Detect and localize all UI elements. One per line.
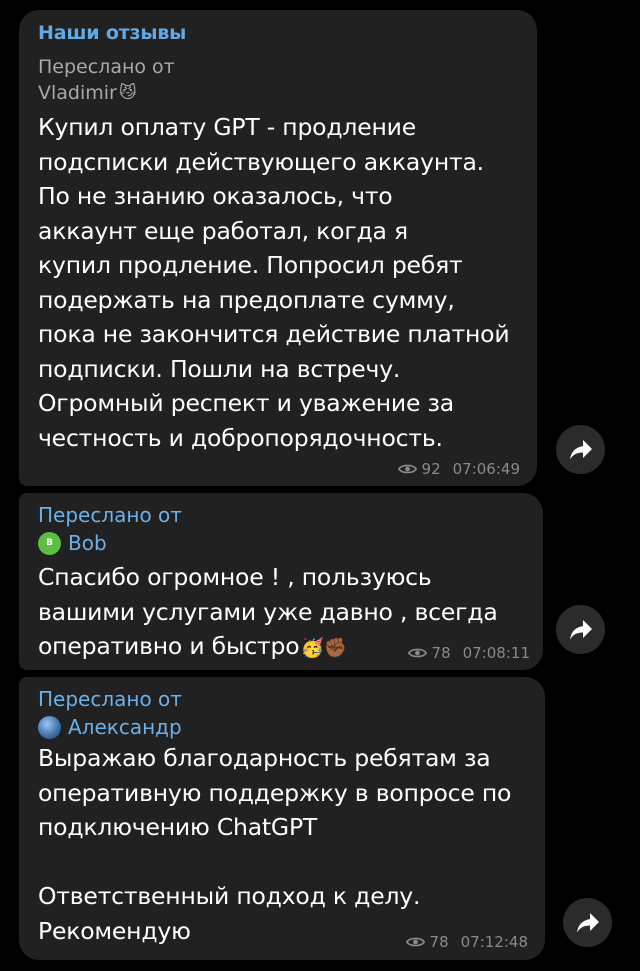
share-button[interactable] [563, 898, 612, 947]
view-count: 78 [431, 644, 451, 662]
message-bubble-2[interactable]: Переслано от B Bob Спасибо огромное ! , … [19, 493, 543, 670]
message-time: 07:06:49 [452, 460, 520, 478]
forwarded-sender[interactable]: B Bob [38, 531, 107, 555]
avatar: B [38, 531, 61, 555]
message-bubble-1[interactable]: Наши отзывы Переслано от Vladimir 😼 Купи… [19, 10, 537, 486]
message-text: Купил оплату GPT - продление подсписки д… [38, 113, 510, 452]
forwarded-label: Переслано от [38, 56, 175, 78]
share-arrow-icon [569, 619, 592, 639]
eye-icon [397, 464, 417, 474]
sender-name: Александр [68, 715, 182, 739]
message-meta: 78 07:08:11 [407, 644, 530, 662]
globe-avatar-icon [38, 715, 61, 739]
message-bubble-3[interactable]: Переслано от Александр Выражаю благодарн… [19, 677, 545, 960]
forwarded-label: Переслано от [38, 503, 182, 527]
forwarded-label: Переслано от [38, 687, 182, 711]
message-meta: 78 07:12:48 [405, 933, 528, 951]
view-count: 78 [429, 933, 449, 951]
share-button[interactable] [556, 605, 605, 654]
party-fist-emoji-icon: 🥳✊🏾 [300, 637, 348, 659]
channel-name[interactable]: Наши отзывы [38, 22, 186, 44]
share-arrow-icon [569, 439, 592, 459]
share-button[interactable] [556, 425, 605, 474]
message-text: Выражаю благодарность ребятам за операти… [38, 744, 512, 945]
message-time: 07:08:11 [462, 644, 530, 662]
forwarded-sender[interactable]: Vladimir 😼 [38, 82, 141, 104]
eye-icon [407, 648, 427, 658]
forwarded-sender[interactable]: Александр [38, 715, 182, 739]
cat-emoji-icon: 😼 [118, 83, 137, 103]
eye-icon [405, 937, 425, 947]
share-arrow-icon [576, 912, 599, 932]
view-count: 92 [421, 460, 441, 478]
message-time: 07:12:48 [460, 933, 528, 951]
message-meta: 92 07:06:49 [397, 460, 520, 478]
sender-name: Vladimir [38, 82, 117, 104]
sender-name: Bob [68, 531, 107, 555]
